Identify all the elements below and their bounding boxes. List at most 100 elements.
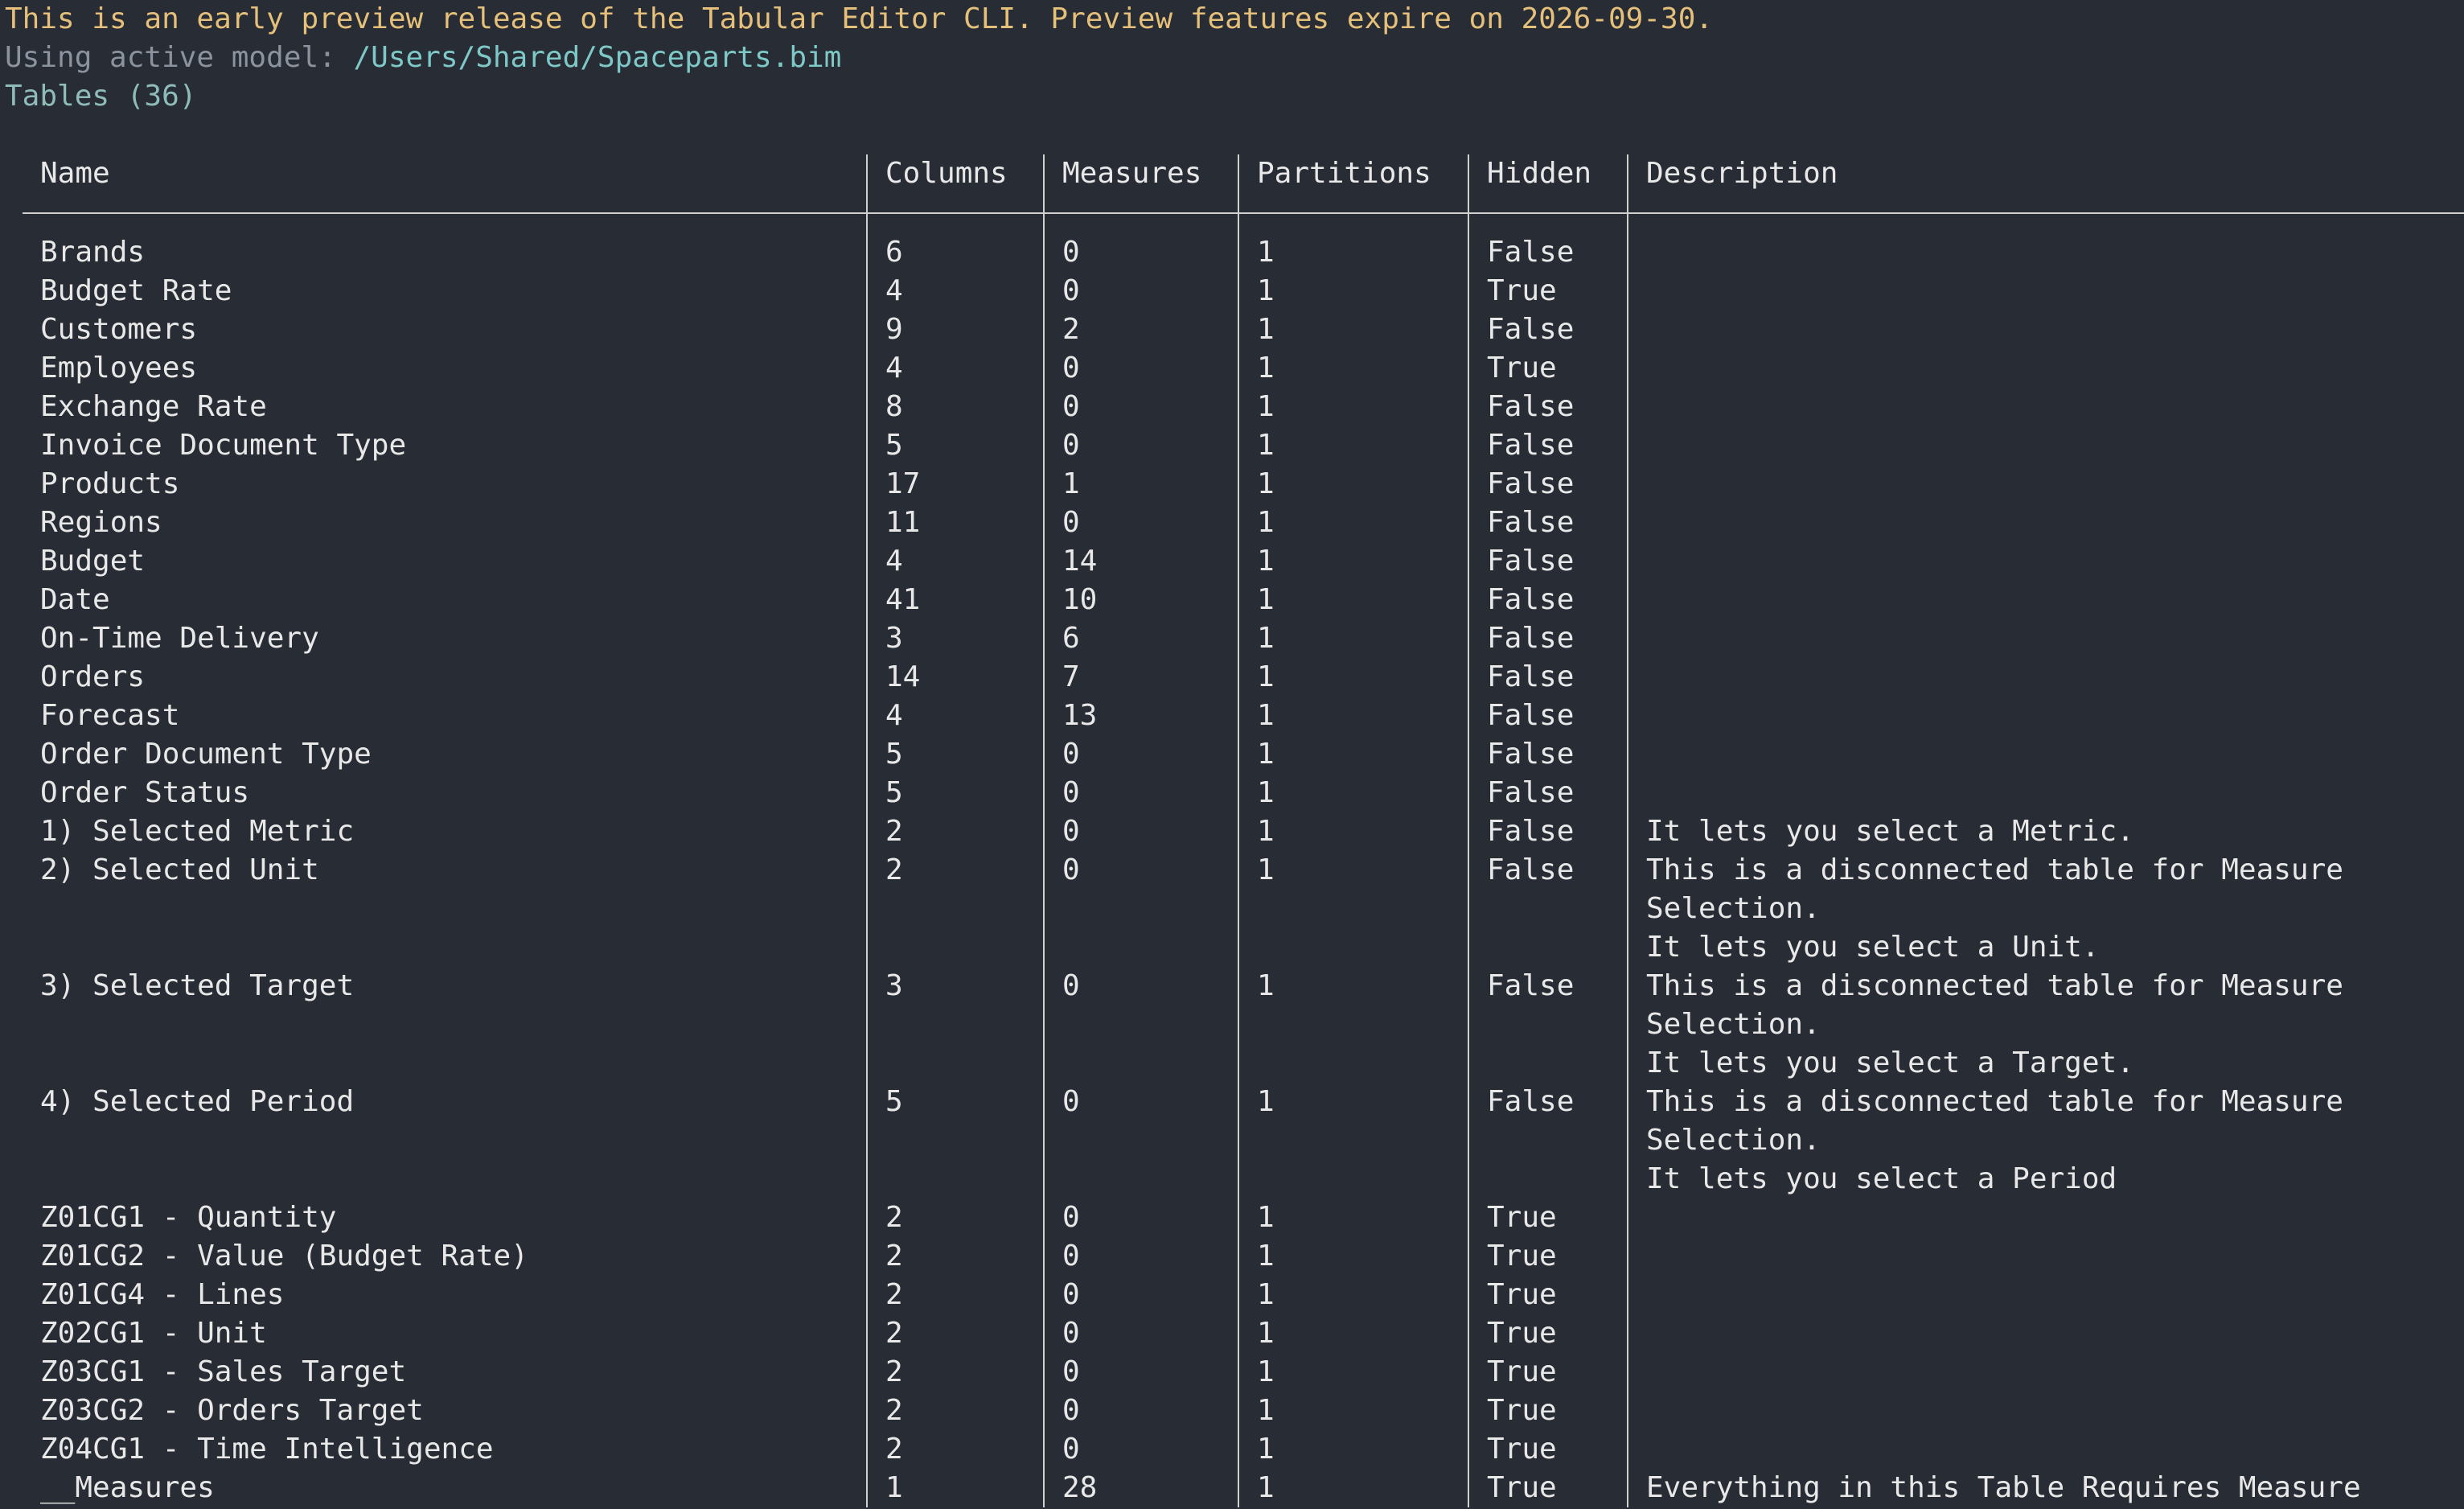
cell-columns: 2 [866, 1314, 1044, 1353]
cell-name: Customers [40, 313, 198, 346]
cell-name: Order Document Type [40, 738, 372, 771]
cell-hidden: True [1468, 1314, 1628, 1353]
cell-partitions: 1 [1238, 465, 1468, 504]
cell-description [1627, 1392, 2464, 1430]
cell-columns: 2 [866, 812, 1044, 851]
cell-description [1627, 1430, 2464, 1469]
header-description: Description [1627, 154, 2464, 214]
cell-partitions: 1 [1238, 697, 1468, 735]
cell-description: This is a disconnected table for Measure… [1627, 851, 2464, 967]
cell-partitions: 1 [1238, 1276, 1468, 1314]
table-row: Forecast 4 13 1 False [23, 697, 2464, 735]
cell-measures: 0 [1043, 1276, 1238, 1314]
cell-name: On-Time Delivery [40, 622, 319, 655]
table-row: Z01CG1 - Quantity 2 0 1 True [23, 1199, 2464, 1237]
cell-columns: 4 [866, 542, 1044, 581]
cell-hidden: True [1468, 1353, 1628, 1392]
table-row: 1) Selected Metric 2 0 1 False It lets you se… [23, 812, 2464, 851]
cell-columns: 5 [866, 774, 1044, 812]
cell-description [1627, 542, 2464, 581]
cell-hidden: False [1468, 388, 1628, 426]
cell-name: Z03CG2 - Orders Target [40, 1394, 424, 1427]
table-row: Z01CG4 - Lines 2 0 1 True [23, 1276, 2464, 1314]
cell-partitions: 1 [1238, 349, 1468, 388]
cell-columns: 14 [866, 658, 1044, 697]
cell-measures: 0 [1043, 967, 1238, 1083]
cell-description [1627, 272, 2464, 310]
cell-name: Z01CG2 - Value (Budget Rate) [40, 1240, 528, 1273]
cell-name: Orders [40, 660, 146, 693]
cell-measures: 0 [1043, 272, 1238, 310]
cell-hidden: True [1468, 1392, 1628, 1430]
cell-name: Forecast [40, 699, 180, 732]
cell-name: Z01CG4 - Lines [40, 1278, 285, 1311]
cell-measures: 0 [1043, 1353, 1238, 1392]
cell-columns: 2 [866, 1199, 1044, 1237]
cell-description [1627, 1199, 2464, 1237]
cell-columns: 17 [866, 465, 1044, 504]
cell-measures: 0 [1043, 504, 1238, 542]
cell-partitions: 1 [1238, 272, 1468, 310]
cell-columns: 3 [866, 619, 1044, 658]
cell-partitions: 1 [1238, 1353, 1468, 1392]
table-row: Customers 9 2 1 False [23, 310, 2464, 349]
cell-measures: 28 [1043, 1469, 1238, 1507]
table-row: Products 17 1 1 False [23, 465, 2464, 504]
cell-name: Z02CG1 - Unit [40, 1317, 267, 1350]
cell-columns: 4 [866, 272, 1044, 310]
cell-measures: 0 [1043, 1199, 1238, 1237]
cell-columns: 6 [866, 213, 1044, 272]
cell-description [1627, 774, 2464, 812]
cell-description: Everything in this Table Requires Measur… [1627, 1469, 2464, 1507]
cell-name: Products [40, 467, 180, 500]
cell-description [1627, 581, 2464, 619]
cell-hidden: False [1468, 542, 1628, 581]
cell-partitions: 1 [1238, 1392, 1468, 1430]
cell-measures: 0 [1043, 1392, 1238, 1430]
cell-columns: 2 [866, 1276, 1044, 1314]
table-row: __Measures 1 28 1 True Everything in this Tab… [23, 1469, 2464, 1507]
cell-partitions: 1 [1238, 619, 1468, 658]
table-row: Order Document Type 5 0 1 False [23, 735, 2464, 774]
cell-hidden: True [1468, 272, 1628, 310]
cell-hidden: False [1468, 581, 1628, 619]
cell-columns: 4 [866, 697, 1044, 735]
terminal-window[interactable]: This is an early preview release of the … [5, 0, 2464, 1509]
cell-description [1627, 619, 2464, 658]
table-row: Z03CG1 - Sales Target 2 0 1 True [23, 1353, 2464, 1392]
cell-measures: 7 [1043, 658, 1238, 697]
tables-title: Tables (36) [5, 80, 197, 113]
cell-name: 2) Selected Unit [40, 853, 319, 886]
cell-measures: 0 [1043, 349, 1238, 388]
cell-hidden: True [1468, 349, 1628, 388]
active-model-path: /Users/Shared/Spaceparts.bim [353, 41, 842, 74]
table-row: Z02CG1 - Unit 2 0 1 True [23, 1314, 2464, 1353]
active-model-line: Using active model: /Users/Shared/Spacep… [5, 39, 2464, 77]
cell-columns: 2 [866, 1392, 1044, 1430]
tables-list: Name Columns Measures Partitions Hidden … [23, 154, 2464, 1507]
cell-columns: 11 [866, 504, 1044, 542]
cell-hidden: False [1468, 310, 1628, 349]
table-row: Brands 6 0 1 False [23, 213, 2464, 272]
cell-hidden: False [1468, 619, 1628, 658]
cell-partitions: 1 [1238, 1199, 1468, 1237]
cell-name: 1) Selected Metric [40, 815, 355, 848]
cell-columns: 8 [866, 388, 1044, 426]
cell-hidden: True [1468, 1276, 1628, 1314]
cell-columns: 2 [866, 1353, 1044, 1392]
cell-hidden: True [1468, 1237, 1628, 1276]
cell-name: Invoice Document Type [40, 429, 407, 462]
cell-partitions: 1 [1238, 812, 1468, 851]
cell-description: It lets you select a Metric. [1627, 812, 2464, 851]
cell-partitions: 1 [1238, 774, 1468, 812]
cell-hidden: False [1468, 213, 1628, 272]
cell-measures: 1 [1043, 465, 1238, 504]
cell-description [1627, 504, 2464, 542]
cell-partitions: 1 [1238, 388, 1468, 426]
cell-description [1627, 426, 2464, 465]
cell-measures: 14 [1043, 542, 1238, 581]
cell-partitions: 1 [1238, 1314, 1468, 1353]
cell-name: Exchange Rate [40, 390, 267, 423]
cell-columns: 3 [866, 967, 1044, 1083]
cell-name: Z04CG1 - Time Intelligence [40, 1433, 494, 1466]
